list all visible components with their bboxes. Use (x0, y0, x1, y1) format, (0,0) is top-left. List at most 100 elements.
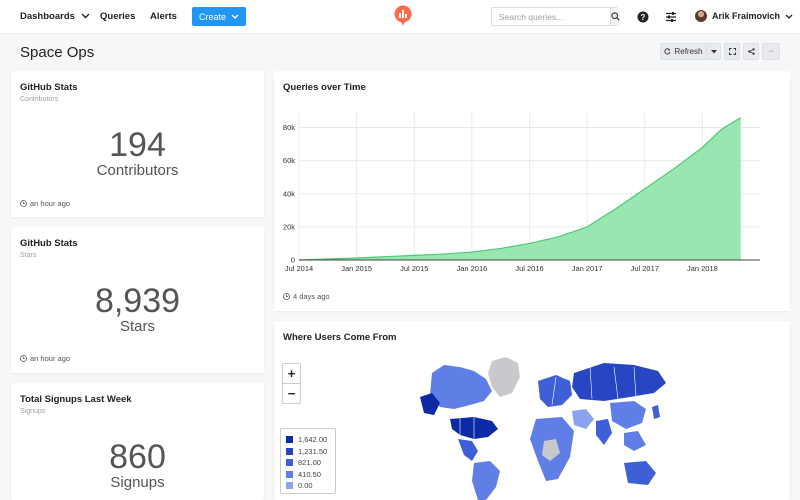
legend-swatch (286, 436, 293, 444)
search-input[interactable] (492, 8, 610, 25)
widget-footer: an hour ago (20, 354, 70, 363)
widget-title: GitHub Stats (20, 238, 78, 249)
chevron-down-icon (785, 14, 793, 19)
chevron-down-icon (81, 11, 90, 22)
search-icon (611, 12, 620, 21)
refresh-button[interactable]: Refresh (660, 43, 707, 60)
clock-icon (20, 200, 27, 207)
counter-value: 860 (109, 438, 166, 476)
users-map-widget: Where Users Come From + − 1,642.00 1,231… (274, 321, 790, 500)
svg-text:?: ? (641, 13, 646, 22)
page-title: Space Ops (20, 44, 95, 61)
top-navbar: Dashboards Queries Alerts Create ? (0, 0, 800, 34)
widget-subtitle: Stars (20, 252, 37, 259)
widget-subtitle: Contributors (20, 96, 59, 103)
legend-swatch (286, 447, 293, 455)
signups-widget: Total Signups Last Week Signups 860 Sign… (11, 383, 264, 500)
legend-item: 0.00 (286, 480, 330, 492)
user-menu[interactable]: Arik Fraimovich (695, 10, 793, 22)
x-tick-label: Jan 2017 (572, 264, 603, 273)
refresh-icon (664, 48, 671, 55)
more-options-button[interactable]: ··· (762, 43, 780, 60)
legend-label: 410.50 (298, 469, 321, 479)
share-icon (747, 48, 755, 55)
y-tick-label: 80k (283, 123, 295, 132)
legend-item: 821.00 (286, 457, 330, 469)
legend-item: 1,642.00 (286, 434, 330, 446)
redash-logo-icon[interactable] (394, 5, 412, 27)
legend-label: 821.00 (298, 458, 321, 468)
queries-link[interactable]: Queries (100, 11, 135, 22)
x-tick-label: Jul 2014 (285, 264, 313, 273)
dashboards-label: Dashboards (20, 11, 75, 22)
refresh-label: Refresh (674, 47, 703, 56)
help-icon[interactable]: ? (637, 10, 649, 28)
x-tick-label: Jan 2015 (341, 264, 372, 273)
map-region (488, 357, 520, 397)
widget-footer: an hour ago (20, 199, 70, 208)
counter-label: Contributors (96, 162, 179, 179)
y-tick-label: 60k (283, 156, 295, 165)
dashboards-menu[interactable]: Dashboards (20, 11, 90, 22)
world-choropleth-map[interactable] (274, 321, 790, 500)
x-tick-label: Jan 2018 (687, 264, 718, 273)
x-tick-label: Jan 2016 (456, 264, 487, 273)
search-button[interactable] (610, 8, 620, 25)
widget-footer: 4 days ago (283, 292, 330, 301)
stars-widget: GitHub Stats Stars 8,939 Stars an hour a… (11, 227, 264, 373)
queries-area-chart: 020k40k60k80kJul 2014 Jan 2015 Jul 2015 Jan… (283, 111, 760, 273)
x-tick-label: Jul 2016 (515, 264, 543, 273)
x-tick-label: Jul 2017 (631, 264, 659, 273)
create-button[interactable]: Create (192, 7, 246, 26)
legend-item: 410.50 (286, 469, 330, 481)
counter-value: 194 (109, 126, 166, 164)
share-button[interactable] (743, 43, 759, 60)
map-region (472, 461, 500, 500)
contributors-widget: GitHub Stats Contributors 194 Contributo… (11, 71, 264, 217)
counter-label: Stars (119, 318, 155, 335)
updated-time[interactable]: an hour ago (30, 199, 70, 208)
map-region (652, 405, 660, 419)
map-region (610, 401, 646, 429)
map-region (572, 409, 594, 429)
user-name: Arik Fraimovich (712, 11, 781, 21)
map-region (624, 461, 656, 485)
legend-swatch (286, 482, 293, 490)
clock-icon (283, 293, 290, 300)
legend-swatch (286, 470, 293, 478)
map-region (624, 431, 646, 451)
widget-subtitle: Signups (20, 408, 46, 415)
map-region (596, 419, 612, 445)
y-tick-label: 40k (283, 189, 295, 198)
map-region (538, 375, 572, 407)
legend-label: 1,231.50 (298, 446, 328, 456)
legend-item: 1,231.50 (286, 446, 330, 458)
fullscreen-icon (728, 48, 736, 55)
refresh-options-button[interactable] (706, 43, 721, 60)
fullscreen-button[interactable] (724, 43, 740, 60)
updated-time[interactable]: an hour ago (30, 354, 70, 363)
map-region (572, 363, 666, 401)
search-box (491, 7, 620, 26)
area-series (299, 117, 741, 260)
x-tick-label: Jul 2015 (400, 264, 428, 273)
more-label: ··· (768, 48, 774, 55)
map-legend: 1,642.00 1,231.50 821.00 410.50 0.00 (280, 428, 336, 494)
map-region (458, 439, 478, 461)
widget-title: GitHub Stats (20, 82, 78, 93)
chevron-down-icon (231, 14, 239, 19)
caret-down-icon (710, 49, 717, 54)
queries-over-time-widget: Queries over Time 0 20k 40k 60k 80k Jul 2014 J… (274, 71, 790, 311)
legend-label: 1,642.00 (298, 435, 328, 445)
clock-icon (20, 355, 27, 362)
updated-time[interactable]: 4 days ago (293, 292, 330, 301)
settings-sliders-icon[interactable] (665, 10, 677, 28)
legend-swatch (286, 459, 293, 467)
legend-label: 0.00 (298, 481, 313, 491)
alerts-link[interactable]: Alerts (150, 11, 177, 22)
counter-value: 8,939 (94, 282, 181, 320)
create-label: Create (198, 11, 226, 22)
counter-label: Signups (110, 474, 165, 491)
y-tick-label: 20k (283, 222, 295, 231)
widget-title: Total Signups Last Week (20, 394, 132, 405)
